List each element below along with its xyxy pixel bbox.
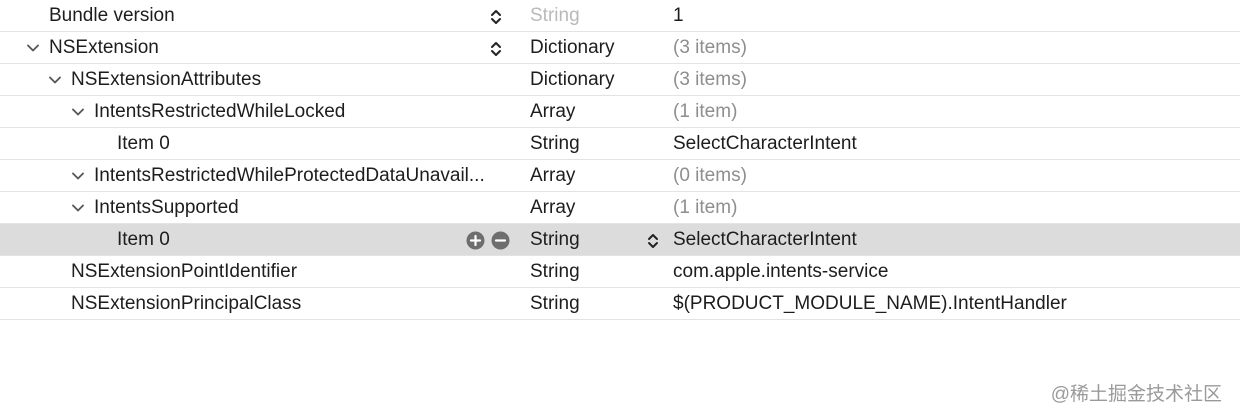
plist-row-nsextension-point-identifier[interactable]: NSExtensionPointIdentifier String com.ap… xyxy=(0,256,1240,288)
row-value: (1 item) xyxy=(673,101,738,122)
plist-row-bundle-version[interactable]: Bundle version String 1 xyxy=(0,0,1240,32)
watermark: @稀土掘金技术社区 xyxy=(1050,384,1222,405)
minus-circle-icon[interactable] xyxy=(491,231,510,250)
row-type[interactable]: String xyxy=(530,256,580,287)
row-type[interactable]: String xyxy=(530,288,580,319)
plist-row-item-0[interactable]: Item 0 String SelectCharacterIntent xyxy=(0,128,1240,160)
plist-row-item-0-selected[interactable]: Item 0 String SelectCharacterIntent xyxy=(0,224,1240,256)
chevron-down-icon[interactable] xyxy=(72,202,84,214)
property-list-editor: Bundle version String 1 NSExtension Dict… xyxy=(0,0,1240,320)
chevron-down-icon[interactable] xyxy=(72,170,84,182)
row-key[interactable]: Item 0 xyxy=(117,128,170,159)
chevron-down-icon[interactable] xyxy=(27,42,39,54)
row-value[interactable]: com.apple.intents-service xyxy=(673,256,888,287)
stepper-icon[interactable] xyxy=(646,232,660,250)
row-key[interactable]: Item 0 xyxy=(117,224,170,255)
row-key[interactable]: NSExtension xyxy=(49,32,159,63)
chevron-down-icon[interactable] xyxy=(72,106,84,118)
row-key[interactable]: IntentsSupported xyxy=(94,192,239,223)
plist-row-intents-supported[interactable]: IntentsSupported Array (1 item) xyxy=(0,192,1240,224)
plist-row-nsextension-attributes[interactable]: NSExtensionAttributes Dictionary (3 item… xyxy=(0,64,1240,96)
row-key[interactable]: NSExtensionPrincipalClass xyxy=(71,288,301,319)
row-value[interactable]: 1 xyxy=(673,0,684,31)
plus-circle-icon[interactable] xyxy=(466,231,485,250)
row-value: (0 items) xyxy=(673,165,747,186)
row-key[interactable]: Bundle version xyxy=(49,0,175,31)
row-value[interactable]: SelectCharacterIntent xyxy=(673,224,857,255)
row-type[interactable]: Array xyxy=(530,160,575,191)
row-key[interactable]: NSExtensionPointIdentifier xyxy=(71,256,297,287)
plist-row-intents-restricted-while-protected-data[interactable]: IntentsRestrictedWhileProtectedDataUnava… xyxy=(0,160,1240,192)
row-value: (3 items) xyxy=(673,69,747,90)
row-type[interactable]: Array xyxy=(530,192,575,223)
row-value: (1 item) xyxy=(673,197,738,218)
row-type[interactable]: String xyxy=(530,0,580,31)
row-value: (3 items) xyxy=(673,37,747,58)
row-value[interactable]: $(PRODUCT_MODULE_NAME).IntentHandler xyxy=(673,288,1067,319)
plist-row-nsextension[interactable]: NSExtension Dictionary (3 items) xyxy=(0,32,1240,64)
row-key[interactable]: NSExtensionAttributes xyxy=(71,64,261,95)
plist-row-intents-restricted-while-locked[interactable]: IntentsRestrictedWhileLocked Array (1 it… xyxy=(0,96,1240,128)
chevron-down-icon[interactable] xyxy=(49,74,61,86)
row-value[interactable]: SelectCharacterIntent xyxy=(673,128,857,159)
stepper-icon[interactable] xyxy=(489,8,503,26)
stepper-icon[interactable] xyxy=(489,40,503,58)
row-type[interactable]: String xyxy=(530,224,580,255)
row-type[interactable]: Dictionary xyxy=(530,64,614,95)
row-key[interactable]: IntentsRestrictedWhileProtectedDataUnava… xyxy=(94,160,485,191)
row-type[interactable]: Dictionary xyxy=(530,32,614,63)
row-type[interactable]: Array xyxy=(530,96,575,127)
row-key[interactable]: IntentsRestrictedWhileLocked xyxy=(94,96,345,127)
row-type[interactable]: String xyxy=(530,128,580,159)
plist-row-nsextension-principal-class[interactable]: NSExtensionPrincipalClass String $(PRODU… xyxy=(0,288,1240,320)
